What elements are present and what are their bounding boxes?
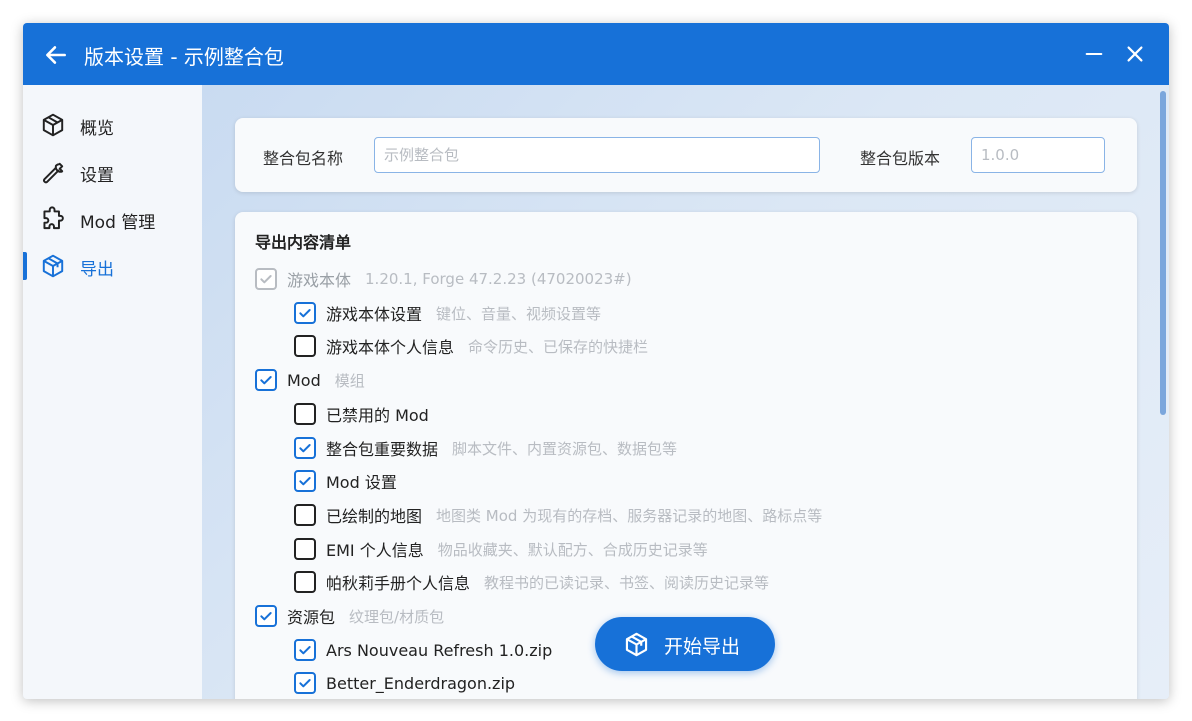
export-item-checkbox[interactable] xyxy=(294,403,316,425)
settings-window: 版本设置 - 示例整合包 概览 设置 Mod 管理 导出 整合包名称 示例整合包… xyxy=(23,23,1169,699)
export-item-description: 脚本文件、内置资源包、数据包等 xyxy=(452,439,678,458)
export-item-label: 资源包 xyxy=(287,608,336,627)
export-item-description: 1.20.1, Forge 47.2.23 (47020023#) xyxy=(365,270,632,288)
export-item-row: 游戏本体设置 键位、音量、视频设置等 xyxy=(294,300,601,326)
modpack-version-input[interactable] xyxy=(971,137,1105,173)
main-content: 整合包名称 整合包版本 导出内容清单 游戏本体 1.20.1, Forge 47.… xyxy=(202,85,1169,699)
sidebar-item-overview[interactable]: 概览 xyxy=(23,105,202,145)
sidebar-item-export[interactable]: 导出 xyxy=(23,246,202,286)
export-item-description: 地图类 Mod 为现有的存档、服务器记录的地图、路标点等 xyxy=(436,506,823,525)
package-icon xyxy=(42,254,64,278)
export-item-description: 键位、音量、视频设置等 xyxy=(436,304,602,323)
export-item-checkbox xyxy=(255,268,277,290)
export-item-row: 游戏本体 1.20.1, Forge 47.2.23 (47020023#) xyxy=(255,266,632,292)
sidebar-item-mod-management[interactable]: Mod 管理 xyxy=(23,199,202,239)
cube-outline-icon xyxy=(42,113,64,137)
export-item-row: Ars Nouveau Refresh 1.0.zip xyxy=(294,637,552,663)
sidebar: 概览 设置 Mod 管理 导出 xyxy=(23,85,202,699)
export-item-row: 游戏本体个人信息 命令历史、已保存的快捷栏 xyxy=(294,333,648,359)
export-item-checkbox[interactable] xyxy=(294,639,316,661)
modpack-name-input[interactable] xyxy=(374,137,820,173)
export-item-row: 资源包 纹理包/材质包 xyxy=(255,603,444,629)
export-item-checkbox[interactable] xyxy=(294,538,316,560)
modpack-info-card: 整合包名称 整合包版本 xyxy=(235,118,1137,192)
export-item-label: 整合包重要数据 xyxy=(326,440,439,459)
close-icon[interactable] xyxy=(1124,43,1146,65)
wrench-icon xyxy=(43,162,64,184)
export-item-description: 命令历史、已保存的快捷栏 xyxy=(468,337,649,356)
export-item-checkbox[interactable] xyxy=(294,302,316,324)
export-item-row: Mod 设置 xyxy=(294,468,397,494)
title-bar: 版本设置 - 示例整合包 xyxy=(23,23,1169,85)
vertical-scrollbar[interactable] xyxy=(1160,91,1166,415)
export-item-checkbox[interactable] xyxy=(294,504,316,526)
sidebar-item-label: Mod 管理 xyxy=(80,213,156,233)
export-list-title: 导出内容清单 xyxy=(255,233,352,252)
export-item-label: 游戏本体个人信息 xyxy=(326,338,455,357)
export-item-row: EMI 个人信息 物品收藏夹、默认配方、合成历史记录等 xyxy=(294,536,708,562)
export-item-row: Better_Enderdragon.zip xyxy=(294,670,515,696)
start-export-label: 开始导出 xyxy=(664,636,741,658)
export-item-description: 物品收藏夹、默认配方、合成历史记录等 xyxy=(437,540,708,559)
export-item-checkbox[interactable] xyxy=(255,369,277,391)
export-item-description: 纹理包/材质包 xyxy=(349,607,445,626)
export-item-row: 已禁用的 Mod xyxy=(294,401,429,427)
export-item-row: 已绘制的地图 地图类 Mod 为现有的存档、服务器记录的地图、路标点等 xyxy=(294,502,822,528)
export-item-label: Mod 设置 xyxy=(326,473,397,492)
export-item-label: 帕秋莉手册个人信息 xyxy=(326,574,471,593)
export-item-checkbox[interactable] xyxy=(294,437,316,459)
export-item-checkbox[interactable] xyxy=(294,335,316,357)
minimize-icon[interactable] xyxy=(1083,43,1105,65)
export-item-label: Mod xyxy=(287,370,321,390)
export-item-label: EMI 个人信息 xyxy=(326,541,424,560)
export-item-checkbox[interactable] xyxy=(294,672,316,694)
export-item-checkbox[interactable] xyxy=(294,571,316,593)
export-item-row: 帕秋莉手册个人信息 教程书的已读记录、书签、阅读历史记录等 xyxy=(294,569,769,595)
sidebar-item-settings[interactable]: 设置 xyxy=(23,152,202,192)
export-item-checkbox[interactable] xyxy=(294,470,316,492)
start-export-button[interactable]: 开始导出 xyxy=(595,617,775,671)
export-item-label: 已绘制的地图 xyxy=(326,507,423,526)
export-item-checkbox[interactable] xyxy=(255,605,277,627)
puzzle-icon xyxy=(43,206,64,230)
export-item-row: Mod 模组 xyxy=(255,367,365,393)
export-item-row: 整合包重要数据 脚本文件、内置资源包、数据包等 xyxy=(294,435,677,461)
window-title: 版本设置 - 示例整合包 xyxy=(84,45,284,69)
export-item-label: 游戏本体设置 xyxy=(326,305,423,324)
export-item-label: Ars Nouveau Refresh 1.0.zip xyxy=(326,640,553,660)
export-item-label: 已禁用的 Mod xyxy=(326,406,429,425)
sidebar-item-label: 导出 xyxy=(80,260,114,280)
export-item-description: 教程书的已读记录、书签、阅读历史记录等 xyxy=(484,573,770,592)
back-arrow-icon[interactable] xyxy=(43,42,69,68)
package-icon xyxy=(625,632,648,657)
sidebar-item-label: 概览 xyxy=(80,119,114,139)
modpack-name-label: 整合包名称 xyxy=(263,149,344,168)
export-item-label: 游戏本体 xyxy=(287,271,352,290)
sidebar-item-label: 设置 xyxy=(80,166,114,186)
modpack-version-label: 整合包版本 xyxy=(860,149,941,168)
export-item-description: 模组 xyxy=(334,371,365,390)
export-item-label: Better_Enderdragon.zip xyxy=(326,673,516,693)
